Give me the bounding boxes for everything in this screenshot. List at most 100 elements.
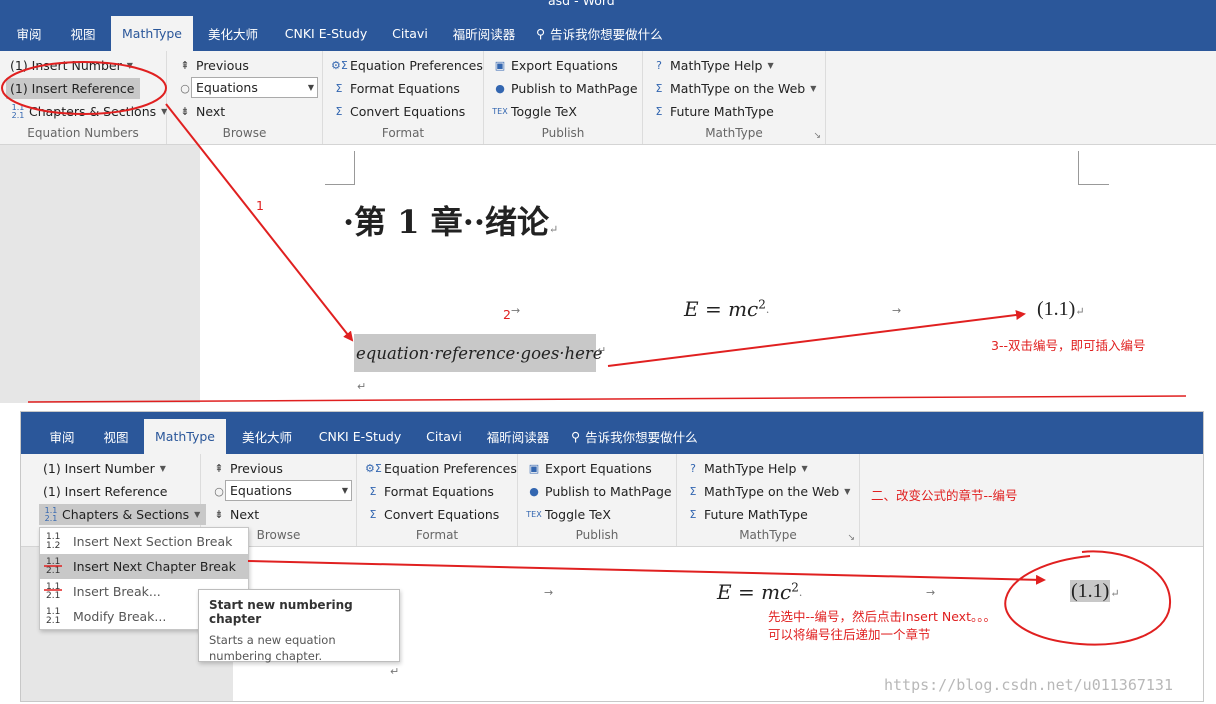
lightbulb-icon: ⚲ (571, 429, 581, 444)
equation-preferences-button[interactable]: ⚙Σ Equation Preferences (365, 458, 517, 479)
publish-mathpage-button[interactable]: ● Publish to MathPage (492, 78, 637, 99)
tex-icon: TEX (492, 107, 508, 116)
group-label: Equation Numbers (27, 126, 139, 140)
chapter-heading: ·第 1 章··绪论↵ (343, 203, 559, 241)
browse-type-select[interactable]: Equations ▼ (191, 77, 318, 98)
mathtype-web-button[interactable]: Σ MathType on the Web ▼ (651, 78, 817, 99)
equation-number[interactable]: (1.1)↵ (1037, 298, 1085, 321)
globe-icon: ● (529, 485, 539, 498)
modify-break-icon: 1.1 2.1 (46, 606, 61, 626)
insert-number-button[interactable]: (1) Insert Number ▼ (43, 458, 166, 479)
tell-me-search[interactable]: ⚲ 告诉我你想要做什么 (571, 419, 721, 454)
previous-button[interactable]: ⇞ Previous (177, 55, 248, 76)
menu-item-next-section-break[interactable]: 1.1 1.2 Insert Next Section Break (40, 529, 248, 554)
document-page-top: ·第 1 章··绪论↵ E = mc2· → → (1.1)↵ equation… (200, 151, 1216, 401)
tab-view[interactable]: 视图 (60, 16, 106, 51)
group-label: Publish (575, 528, 619, 542)
equation[interactable]: E = mc2· (684, 297, 769, 321)
equation[interactable]: E = mc2· (717, 580, 802, 604)
insert-reference-button[interactable]: (1) Insert Reference (43, 481, 167, 502)
format-equations-button[interactable]: Σ Format Equations (365, 481, 494, 502)
next-button[interactable]: ⇟ Next (211, 504, 259, 525)
down-arrow-icon: ⇟ (214, 508, 224, 521)
future-mathtype-button[interactable]: Σ Future MathType (651, 101, 774, 122)
window-title: asd - Word (548, 0, 615, 8)
top-tab-bar: asd - Word 审阅 视图 MathType 美化大师 CNKI E-St… (0, 0, 1216, 51)
group-format: ⚙Σ Equation Preferences Σ Format Equations… (323, 51, 484, 144)
chapters-sections-button[interactable]: 1.1 2.1 Chapters & Sections ▼ (10, 101, 168, 122)
group-publish: ▣ Export Equations ● Publish to MathPage T… (518, 454, 677, 546)
group-format: ⚙Σ Equation Preferences Σ Format Equations… (357, 454, 518, 546)
lightbulb-icon: ⚲ (536, 26, 546, 41)
annotation-step-2: 2 (503, 307, 511, 322)
chapters-sections-button[interactable]: 1.1 2.1 Chapters & Sections ▼ (39, 504, 207, 525)
group-label: MathType (705, 126, 763, 140)
web-icon: Σ (655, 82, 663, 95)
convert-equations-button[interactable]: Σ Convert Equations (365, 504, 500, 525)
export-equations-button[interactable]: ▣ Export Equations (492, 55, 618, 76)
insert-break-icon: 1.1 2.1 (46, 581, 61, 601)
equation-number-selected[interactable]: (1.1)↵ (1070, 580, 1120, 603)
tab-review[interactable]: 审阅 (39, 419, 85, 454)
tab-meihua[interactable]: 美化大师 (232, 419, 302, 454)
help-icon: ? (656, 59, 662, 72)
paragraph-mark: ↵ (357, 380, 367, 393)
tex-icon: TEX (526, 510, 542, 519)
future-icon: Σ (689, 508, 697, 521)
equation-reference-placeholder[interactable]: equation·reference·goes·here (354, 334, 603, 372)
format-equations-button[interactable]: Σ Format Equations (331, 78, 460, 99)
down-arrow-icon: ⇟ (180, 105, 190, 118)
chapters-icon: 1.1 2.1 (11, 102, 25, 120)
annotation-step-3: 3--双击编号，即可插入编号 (991, 338, 1146, 353)
mathtype-help-button[interactable]: ? MathType Help ▼ (685, 458, 808, 479)
export-icon: ▣ (494, 59, 506, 72)
group-publish: ▣ Export Equations ● Publish to MathPage T… (484, 51, 643, 144)
future-mathtype-button[interactable]: Σ Future MathType (685, 504, 808, 525)
insert-number-button[interactable]: (1) Insert Number ▼ (10, 55, 133, 76)
previous-button[interactable]: ⇞ Previous (211, 458, 282, 479)
bottom-tab-bar: 审阅 视图 MathType 美化大师 CNKI E-Study Citavi … (21, 412, 1203, 454)
tab-mark: → (892, 304, 902, 317)
export-icon: ▣ (528, 462, 540, 475)
toggle-tex-button[interactable]: TEX Toggle TeX (526, 504, 611, 525)
annotation-change-chapter: 二、改变公式的章节--编号 (871, 488, 1018, 503)
tab-mathtype[interactable]: MathType (144, 419, 226, 454)
tooltip-title: Start new numbering chapter (209, 598, 353, 626)
top-ribbon: (1) Insert Number ▼ (1) Insert Reference … (0, 51, 1216, 145)
paragraph-mark: ↵ (597, 344, 607, 357)
export-equations-button[interactable]: ▣ Export Equations (526, 458, 652, 479)
mathtype-help-button[interactable]: ? MathType Help ▼ (651, 55, 774, 76)
group-label: Format (381, 126, 425, 140)
tab-citavi[interactable]: Citavi (382, 16, 438, 51)
tell-me-search[interactable]: ⚲ 告诉我你想要做什么 (536, 16, 686, 51)
tooltip-body: Starts a new equation numbering chapter. (209, 633, 336, 663)
tab-review[interactable]: 审阅 (6, 16, 52, 51)
convert-equations-button[interactable]: Σ Convert Equations (331, 101, 466, 122)
tab-foxit[interactable]: 福昕阅读器 (477, 419, 559, 454)
browse-type-select[interactable]: Equations ▼ (225, 480, 352, 501)
equation-preferences-button[interactable]: ⚙Σ Equation Preferences (331, 55, 483, 76)
tab-view[interactable]: 视图 (93, 419, 139, 454)
annotation-increment-chapter: 可以将编号往后递加一个章节 (768, 627, 931, 642)
tab-cnki[interactable]: CNKI E-Study (276, 16, 376, 51)
tab-mark: → (511, 304, 521, 317)
tab-mathtype[interactable]: MathType (111, 16, 193, 51)
tab-meihua[interactable]: 美化大师 (198, 16, 268, 51)
up-arrow-icon: ⇞ (180, 59, 190, 72)
annotation-step-1: 1 (256, 198, 264, 213)
tab-citavi[interactable]: Citavi (416, 419, 472, 454)
chapters-icon: 1.1 2.1 (44, 505, 58, 523)
toggle-tex-button[interactable]: TEX Toggle TeX (492, 101, 577, 122)
menu-item-next-chapter-break[interactable]: 1.1 2.1 Insert Next Chapter Break (40, 554, 248, 579)
publish-mathpage-button[interactable]: ● Publish to MathPage (526, 481, 671, 502)
dialog-launcher-icon[interactable]: ↘ (847, 533, 855, 543)
tab-foxit[interactable]: 福昕阅读器 (443, 16, 525, 51)
insert-reference-button[interactable]: (1) Insert Reference (6, 78, 141, 99)
help-icon: ? (690, 462, 696, 475)
next-button[interactable]: ⇟ Next (177, 101, 225, 122)
watermark: https://blog.csdn.net/u011367131 (884, 676, 1173, 694)
group-label: Format (415, 528, 459, 542)
mathtype-web-button[interactable]: Σ MathType on the Web ▼ (685, 481, 851, 502)
tab-cnki[interactable]: CNKI E-Study (310, 419, 410, 454)
dialog-launcher-icon[interactable]: ↘ (813, 131, 821, 141)
